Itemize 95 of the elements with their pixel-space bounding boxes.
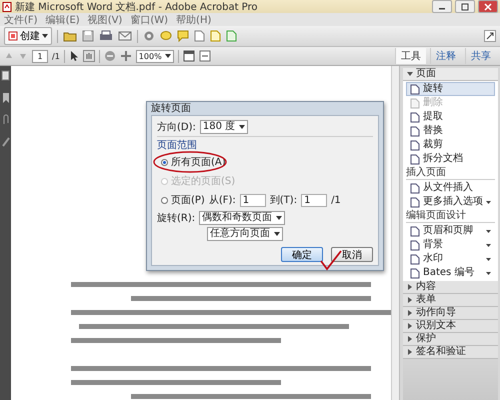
panel-item[interactable]: 从文件插入 xyxy=(406,181,495,195)
from-page-field[interactable]: 1 xyxy=(240,194,266,206)
panel-item[interactable]: 旋转 xyxy=(406,82,495,96)
create-button[interactable]: 创建 xyxy=(4,27,52,45)
page-total: /1 xyxy=(52,52,60,60)
dialog-button[interactable]: 确定 xyxy=(281,247,323,262)
field-label: 到(T): xyxy=(270,194,298,207)
page-icon xyxy=(410,126,420,136)
comment-icon[interactable] xyxy=(160,30,172,42)
pen-icon[interactable] xyxy=(0,136,10,148)
page-icon xyxy=(410,112,420,122)
zoom-out-icon[interactable] xyxy=(104,50,116,62)
maximize-icon xyxy=(461,2,469,10)
direction-dropdown[interactable]: 180 度 xyxy=(200,120,248,134)
page-icon xyxy=(410,240,420,250)
dialog-title: 旋转页面 xyxy=(151,102,192,115)
panel-section-header[interactable]: 签名和验证 xyxy=(403,346,498,359)
panel-item[interactable]: 背景 xyxy=(406,238,495,252)
menu-item[interactable]: 窗口(W) xyxy=(130,12,168,26)
field-label: 方向(D): xyxy=(157,120,196,134)
panel-tab[interactable]: 共享 xyxy=(465,48,496,64)
panel-section-header[interactable]: 表单 xyxy=(403,294,498,307)
menu-item[interactable]: 视图(V) xyxy=(88,12,122,26)
page-icon xyxy=(410,226,420,236)
close-icon xyxy=(484,2,492,10)
panel-item[interactable]: Bates 编号 xyxy=(406,266,495,280)
panel-item[interactable]: 水印 xyxy=(406,252,495,266)
document-icon[interactable] xyxy=(210,30,221,42)
group-heading: 编辑页面设计 xyxy=(406,210,495,223)
page-number-field[interactable]: 1 xyxy=(32,50,48,62)
panel-tab[interactable]: 注释 xyxy=(430,48,461,64)
pages-icon[interactable] xyxy=(0,70,10,82)
page-icon xyxy=(410,196,420,208)
print-icon[interactable] xyxy=(99,30,113,42)
orientation-dropdown[interactable]: 任意方向页面 xyxy=(207,226,283,240)
page-icon xyxy=(410,254,420,264)
panel-section-header[interactable]: 保护 xyxy=(403,333,498,346)
scrollbar[interactable] xyxy=(391,66,399,400)
save-icon[interactable] xyxy=(82,30,94,42)
page-icon xyxy=(410,182,420,194)
panel-item[interactable]: 拆分文档 xyxy=(406,152,495,166)
page-icon xyxy=(410,154,420,164)
field-label: 从(F): xyxy=(208,194,236,207)
page-icon xyxy=(410,140,420,150)
note-icon[interactable] xyxy=(177,30,189,42)
page-icon xyxy=(410,268,420,278)
document-icon[interactable] xyxy=(226,30,237,42)
down-arrow-icon[interactable] xyxy=(18,51,28,61)
panel-tab[interactable]: 工具 xyxy=(395,48,426,64)
paperclip-icon[interactable] xyxy=(0,114,10,126)
to-page-field[interactable]: 1 xyxy=(301,194,328,206)
caret-icon xyxy=(276,216,282,220)
document-icon[interactable] xyxy=(194,30,205,42)
caret-icon xyxy=(239,124,246,128)
radio-button[interactable]: 页面(P) xyxy=(161,193,205,207)
panel-section-header[interactable]: 识别文本 xyxy=(403,320,498,333)
group-heading: 插入页面 xyxy=(406,167,495,180)
caret-icon xyxy=(274,232,280,236)
menu-item[interactable]: 编辑(E) xyxy=(46,12,80,26)
menu-item[interactable]: 文件(F) xyxy=(4,12,38,26)
page-total: /1 xyxy=(331,194,341,206)
fit-page-icon[interactable] xyxy=(182,50,195,62)
panel-section-header[interactable]: 内容 xyxy=(403,281,498,294)
maximize-button[interactable] xyxy=(455,0,475,13)
field-label: 旋转(R): xyxy=(157,212,196,224)
pdf-icon xyxy=(2,2,12,12)
panel-item[interactable]: 替换 xyxy=(406,124,495,138)
caret-icon xyxy=(164,54,171,58)
expand-icon[interactable] xyxy=(484,30,496,42)
email-icon[interactable] xyxy=(118,30,132,42)
menu-item[interactable]: 帮助(H) xyxy=(176,12,212,26)
page-icon xyxy=(410,98,420,108)
dialog-button[interactable]: 取消 xyxy=(331,247,373,262)
fit-width-icon[interactable] xyxy=(198,50,211,62)
settings-icon[interactable] xyxy=(143,30,155,42)
zoom-in-icon[interactable] xyxy=(120,50,132,62)
caret-icon xyxy=(42,34,48,38)
window-title: 新建 Microsoft Word 文档.pdf - Adobe Acrobat Pro xyxy=(15,0,258,14)
folder-icon[interactable] xyxy=(63,30,77,42)
zoom-dropdown[interactable]: 100% xyxy=(136,50,174,62)
group-label: 页面范围 xyxy=(157,138,198,152)
panel-item[interactable]: 裁剪 xyxy=(406,138,495,152)
minimize-button[interactable] xyxy=(432,0,452,13)
check-mark-annotation xyxy=(319,249,343,271)
up-arrow-icon[interactable] xyxy=(4,51,14,61)
close-button[interactable] xyxy=(478,0,498,13)
pages-dropdown[interactable]: 偶数和奇数页面 xyxy=(199,210,286,224)
page-icon xyxy=(410,84,420,94)
panel-section-header[interactable]: 页面 xyxy=(403,68,498,81)
panel-item[interactable]: 提取 xyxy=(406,110,495,124)
panel-item[interactable]: 页眉和页脚 xyxy=(406,224,495,238)
cursor-icon[interactable] xyxy=(68,50,79,62)
create-icon xyxy=(8,31,18,41)
panel-section-header[interactable]: 动作向导 xyxy=(403,307,498,320)
panel-item[interactable]: 更多插入选项 xyxy=(406,195,495,209)
